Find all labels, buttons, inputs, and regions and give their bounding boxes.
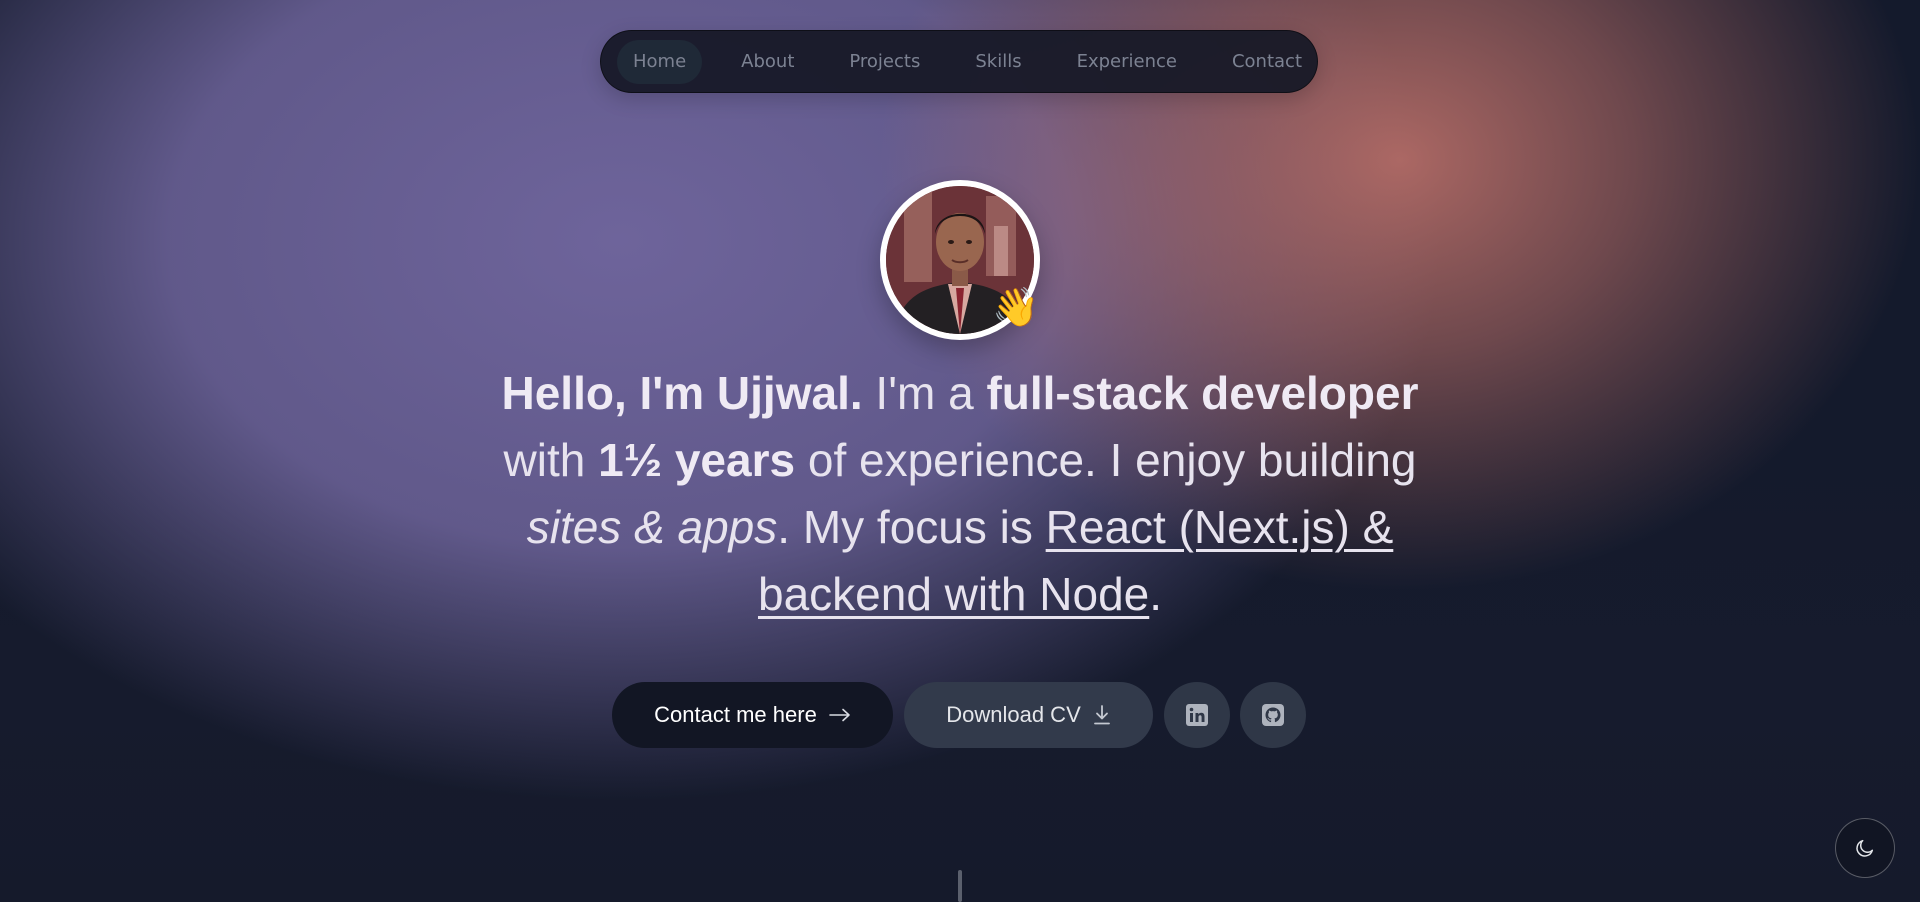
headline-sites-apps: sites & apps xyxy=(526,501,778,553)
hero-headline: Hello, I'm Ujjwal. I'm a full-stack deve… xyxy=(460,360,1460,628)
linkedin-button[interactable] xyxy=(1164,682,1230,748)
headline-text: . xyxy=(1149,568,1163,620)
contact-button-label: Contact me here xyxy=(654,702,817,727)
page: Home About Projects Skills Experience Co… xyxy=(0,0,1920,902)
nav-item-contact[interactable]: Contact xyxy=(1216,40,1318,84)
arrow-right-icon xyxy=(829,708,850,722)
linkedin-icon xyxy=(1186,704,1208,726)
github-icon xyxy=(1262,704,1284,726)
headline-text: . My focus is xyxy=(777,501,1046,553)
headline-text: with xyxy=(503,434,599,486)
headline-text: of experience. I enjoy building xyxy=(795,434,1417,486)
nav-item-projects[interactable]: Projects xyxy=(833,40,936,84)
nav-item-experience[interactable]: Experience xyxy=(1061,40,1193,84)
download-cv-label: Download CV xyxy=(946,702,1081,727)
github-button[interactable] xyxy=(1240,682,1306,748)
download-icon xyxy=(1093,705,1110,725)
headline-role: full-stack developer xyxy=(986,367,1419,419)
moon-icon xyxy=(1856,839,1874,857)
theme-toggle-button[interactable] xyxy=(1835,818,1895,878)
headline-experience: 1½ years xyxy=(598,434,796,486)
headline-text: I'm a xyxy=(862,367,987,419)
scroll-indicator xyxy=(958,870,962,902)
headline-greeting: Hello, I'm Ujjwal. xyxy=(501,367,863,419)
nav-item-about[interactable]: About xyxy=(725,40,810,84)
top-navigation: Home About Projects Skills Experience Co… xyxy=(600,30,1318,93)
nav-item-home[interactable]: Home xyxy=(617,39,703,84)
avatar-container: 👋 xyxy=(880,180,1040,340)
download-cv-button[interactable]: Download CV xyxy=(904,682,1153,748)
waving-hand-icon: 👋 xyxy=(992,285,1040,329)
nav-item-skills[interactable]: Skills xyxy=(959,40,1037,84)
contact-button[interactable]: Contact me here xyxy=(612,682,893,748)
